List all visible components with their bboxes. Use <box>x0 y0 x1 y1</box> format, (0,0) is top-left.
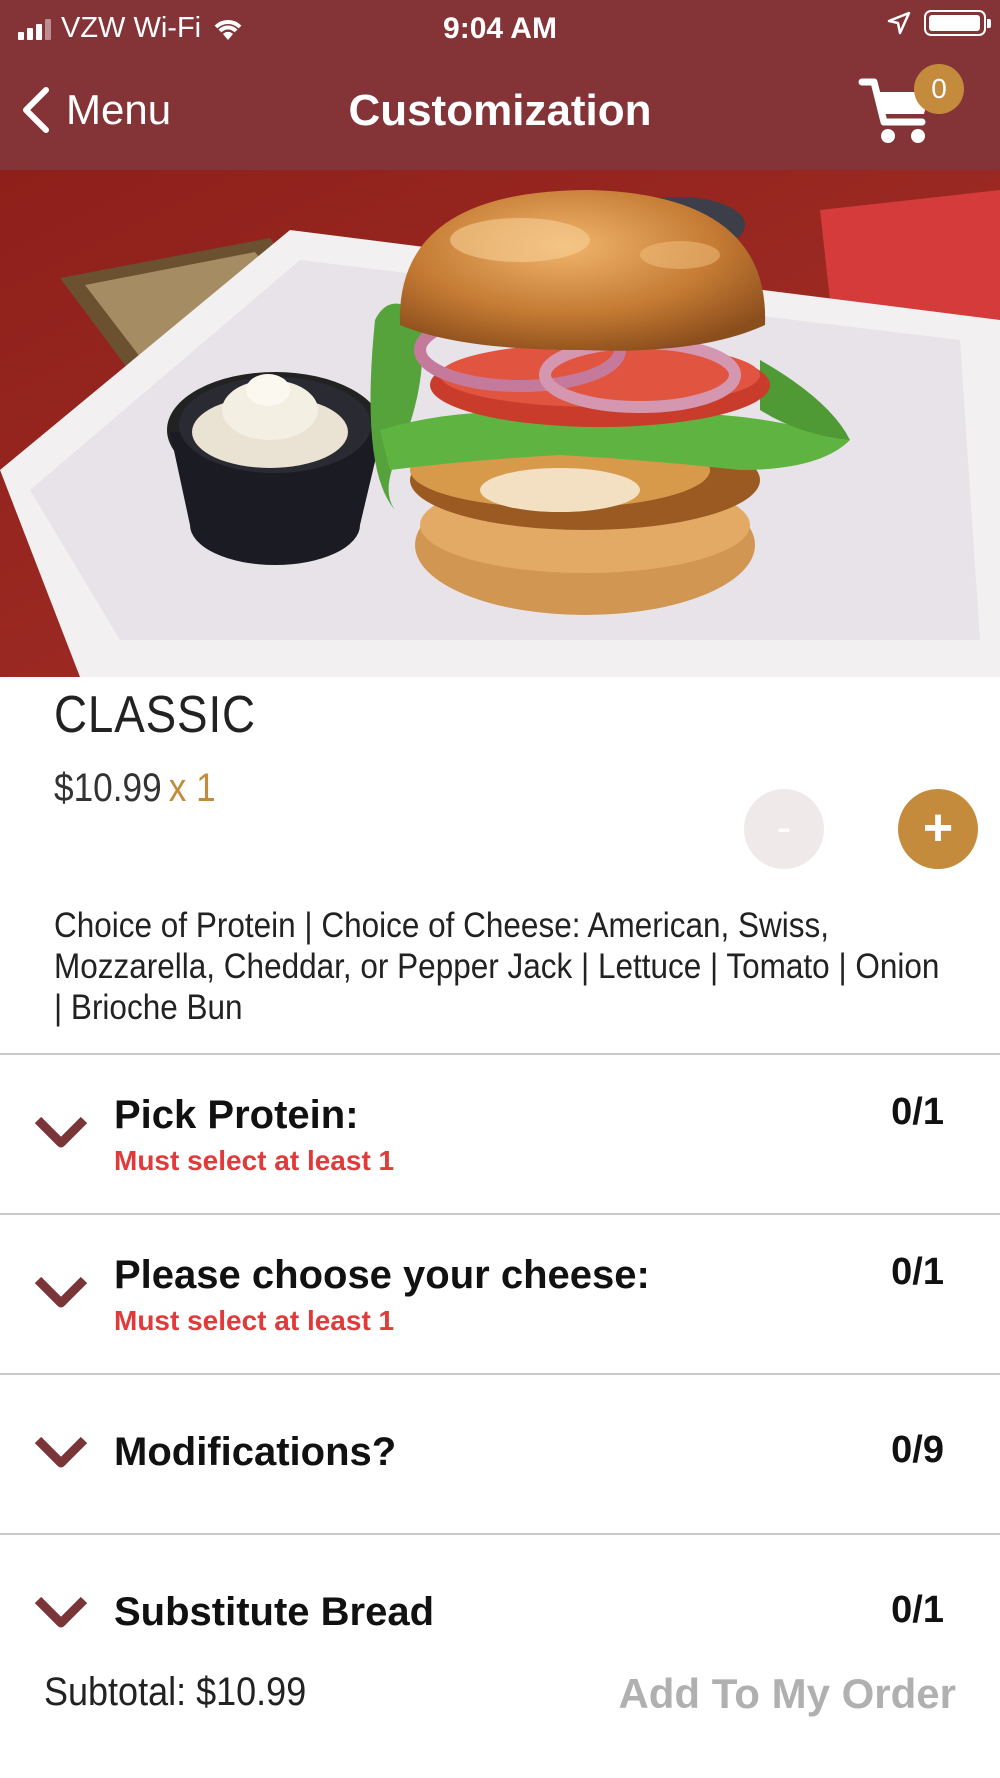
price-row: $10.99 x 1 <box>54 766 216 811</box>
option-group-count: 0/1 <box>891 1251 944 1293</box>
status-time: 9:04 AM <box>443 12 557 45</box>
chevron-down-icon <box>34 1436 88 1468</box>
option-group-modifications[interactable]: Modifications? 0/9 <box>0 1375 1000 1533</box>
cart-count-badge: 0 <box>914 64 964 114</box>
option-group-count: 0/1 <box>891 1589 944 1631</box>
decrease-quantity-button[interactable]: - <box>744 789 824 869</box>
chevron-down-icon <box>34 1116 88 1148</box>
item-photo <box>0 170 1000 677</box>
option-group-title: Please choose your cheese: <box>114 1253 650 1297</box>
add-to-order-button[interactable]: Add To My Order <box>618 1670 956 1718</box>
item-name: CLASSIC <box>54 686 256 744</box>
status-right <box>886 10 991 36</box>
option-group-requirement: Must select at least 1 <box>114 1305 395 1336</box>
option-group-protein[interactable]: Pick Protein: Must select at least 1 0/1 <box>0 1055 1000 1213</box>
option-group-count: 0/1 <box>891 1091 944 1133</box>
option-group-title: Substitute Bread <box>114 1590 435 1634</box>
location-arrow-icon <box>887 11 911 35</box>
nav-bar: Menu Customization 0 <box>0 56 1000 170</box>
option-group-title: Modifications? <box>114 1430 397 1474</box>
chevron-down-icon <box>34 1276 88 1308</box>
page-title: Customization <box>348 86 652 135</box>
subtotal-label: Subtotal: $10.99 <box>44 1670 307 1714</box>
order-footer: Subtotal: $10.99 Add To My Order <box>0 1650 1000 1778</box>
increase-quantity-button[interactable]: + <box>898 789 978 869</box>
cart-button[interactable]: 0 <box>858 64 964 150</box>
chevron-down-icon <box>34 1596 88 1628</box>
item-price: $10.99 <box>54 766 162 810</box>
header-bar: VZW Wi-Fi 9:04 AM Menu Customization 0 <box>0 0 1000 170</box>
battery-icon <box>924 10 991 36</box>
item-quantity: x 1 <box>168 766 216 810</box>
option-group-cheese[interactable]: Please choose your cheese: Must select a… <box>0 1215 1000 1373</box>
option-group-requirement: Must select at least 1 <box>114 1145 395 1176</box>
option-group-title: Pick Protein: <box>114 1093 359 1137</box>
status-bar: VZW Wi-Fi 9:04 AM <box>0 0 1000 56</box>
option-group-count: 0/9 <box>891 1429 944 1471</box>
burger-photo-illustration <box>0 170 1000 677</box>
item-description: Choice of Protein | Choice of Cheese: Am… <box>54 906 940 1027</box>
